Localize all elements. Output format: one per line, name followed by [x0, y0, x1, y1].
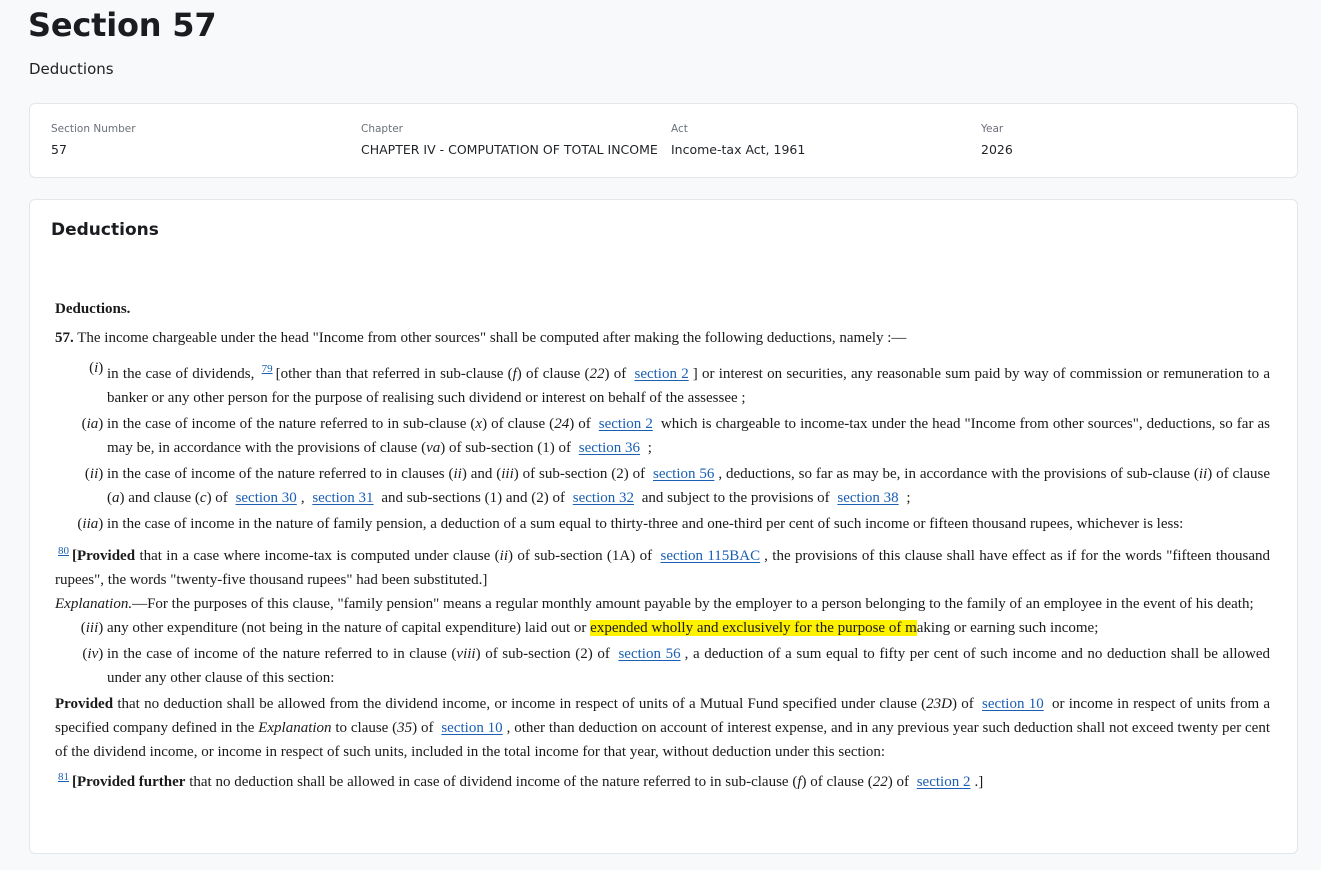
- clause-number: (iv): [82, 646, 107, 662]
- section-56-link[interactable]: section 56: [649, 466, 718, 482]
- highlighted-text: expended wholly and exclusively for the …: [590, 620, 917, 636]
- section-30-link[interactable]: section 30: [232, 490, 301, 506]
- footnote-link[interactable]: 79: [259, 363, 276, 375]
- meta-label: Act: [671, 123, 688, 135]
- meta-value: 2026: [981, 142, 1013, 157]
- clause-iia-explanation: Explanation.—For the purposes of this cl…: [55, 596, 1254, 612]
- section-2-link[interactable]: section 2: [913, 774, 975, 790]
- footnote-link[interactable]: 80: [55, 545, 72, 557]
- section-text: Deductions. 57. The income chargeable un…: [55, 297, 1270, 794]
- meta-year: Year 2026: [981, 123, 1013, 157]
- section-2-link[interactable]: section 2: [630, 366, 692, 382]
- section-metadata-card: Section Number 57 Chapter CHAPTER IV - C…: [29, 103, 1298, 178]
- meta-value: 57: [51, 142, 67, 157]
- proviso-further: 81 [Provided further that no deduction sh…: [55, 764, 1270, 794]
- section-intro: 57. The income chargeable under the head…: [55, 326, 1270, 350]
- page-title: Section 57: [28, 6, 217, 44]
- section-38-link[interactable]: section 38: [833, 490, 902, 506]
- clause-number: (ii): [84, 466, 107, 482]
- meta-label: Section Number: [51, 123, 136, 135]
- clause-number: (i): [89, 360, 107, 376]
- footnote-81: 81: [55, 769, 72, 783]
- section-content-card: Deductions Deductions. 57. The income ch…: [29, 199, 1298, 854]
- clause-iia-proviso: 80 [Provided that in a case where income-…: [55, 543, 1271, 588]
- meta-value: CHAPTER IV - COMPUTATION OF TOTAL INCOME: [361, 142, 658, 157]
- clause-text: in the case of income in the nature of f…: [107, 516, 1184, 532]
- meta-section-number: Section Number 57: [51, 123, 136, 157]
- clause-text: any other expenditure (not being in the …: [107, 620, 1099, 636]
- clause-text: in the case of dividends, 79 [other than …: [107, 361, 1271, 406]
- section-title: Deductions.: [55, 301, 131, 317]
- footnote-link[interactable]: 81: [55, 771, 72, 783]
- section-31-link[interactable]: section 31: [308, 490, 377, 506]
- intro-text: The income chargeable under the head "In…: [77, 330, 907, 346]
- meta-value: Income-tax Act, 1961: [671, 142, 806, 157]
- section-32-link[interactable]: section 32: [569, 490, 638, 506]
- clause-text: in the case of income of the nature refe…: [107, 416, 1271, 456]
- clause-ii: (ii) in the case of income of the nature…: [55, 462, 1270, 510]
- meta-chapter: Chapter CHAPTER IV - COMPUTATION OF TOTA…: [361, 123, 658, 157]
- clause-number: (iii): [80, 620, 107, 636]
- meta-act: Act Income-tax Act, 1961: [671, 123, 805, 157]
- content-heading: Deductions: [51, 220, 159, 240]
- clause-iv: (iv) in the case of income of the nature…: [55, 642, 1270, 690]
- clause-text: in the case of income of the nature refe…: [107, 646, 1271, 686]
- footnote-80: 80: [55, 543, 72, 557]
- section-10-link[interactable]: section 10: [437, 720, 506, 736]
- page-subtitle: Deductions: [29, 60, 114, 78]
- clause-iii: (iii) any other expenditure (not being i…: [55, 616, 1270, 640]
- clause-ia: (ia) in the case of income of the nature…: [55, 412, 1270, 460]
- proviso: Provided that no deduction shall be allo…: [55, 696, 1271, 760]
- clause-number: (iia): [77, 516, 107, 532]
- section-36-link[interactable]: section 36: [575, 440, 644, 456]
- clause-number: (ia): [81, 416, 107, 432]
- meta-label: Year: [981, 123, 1004, 135]
- clause-iia: (iia) in the case of income in the natur…: [55, 512, 1270, 536]
- section-10-link[interactable]: section 10: [978, 696, 1048, 712]
- clause-i: (i) in the case of dividends, 79 [other t…: [55, 356, 1270, 410]
- clause-text: in the case of income of the nature refe…: [107, 466, 1270, 506]
- section-2-link[interactable]: section 2: [595, 416, 657, 432]
- section-56-link[interactable]: section 56: [614, 646, 684, 662]
- footnote-79: 79: [259, 361, 276, 375]
- section-number: 57.: [55, 330, 74, 346]
- meta-label: Chapter: [361, 123, 403, 135]
- section-115bac-link[interactable]: section 115BAC: [657, 548, 765, 564]
